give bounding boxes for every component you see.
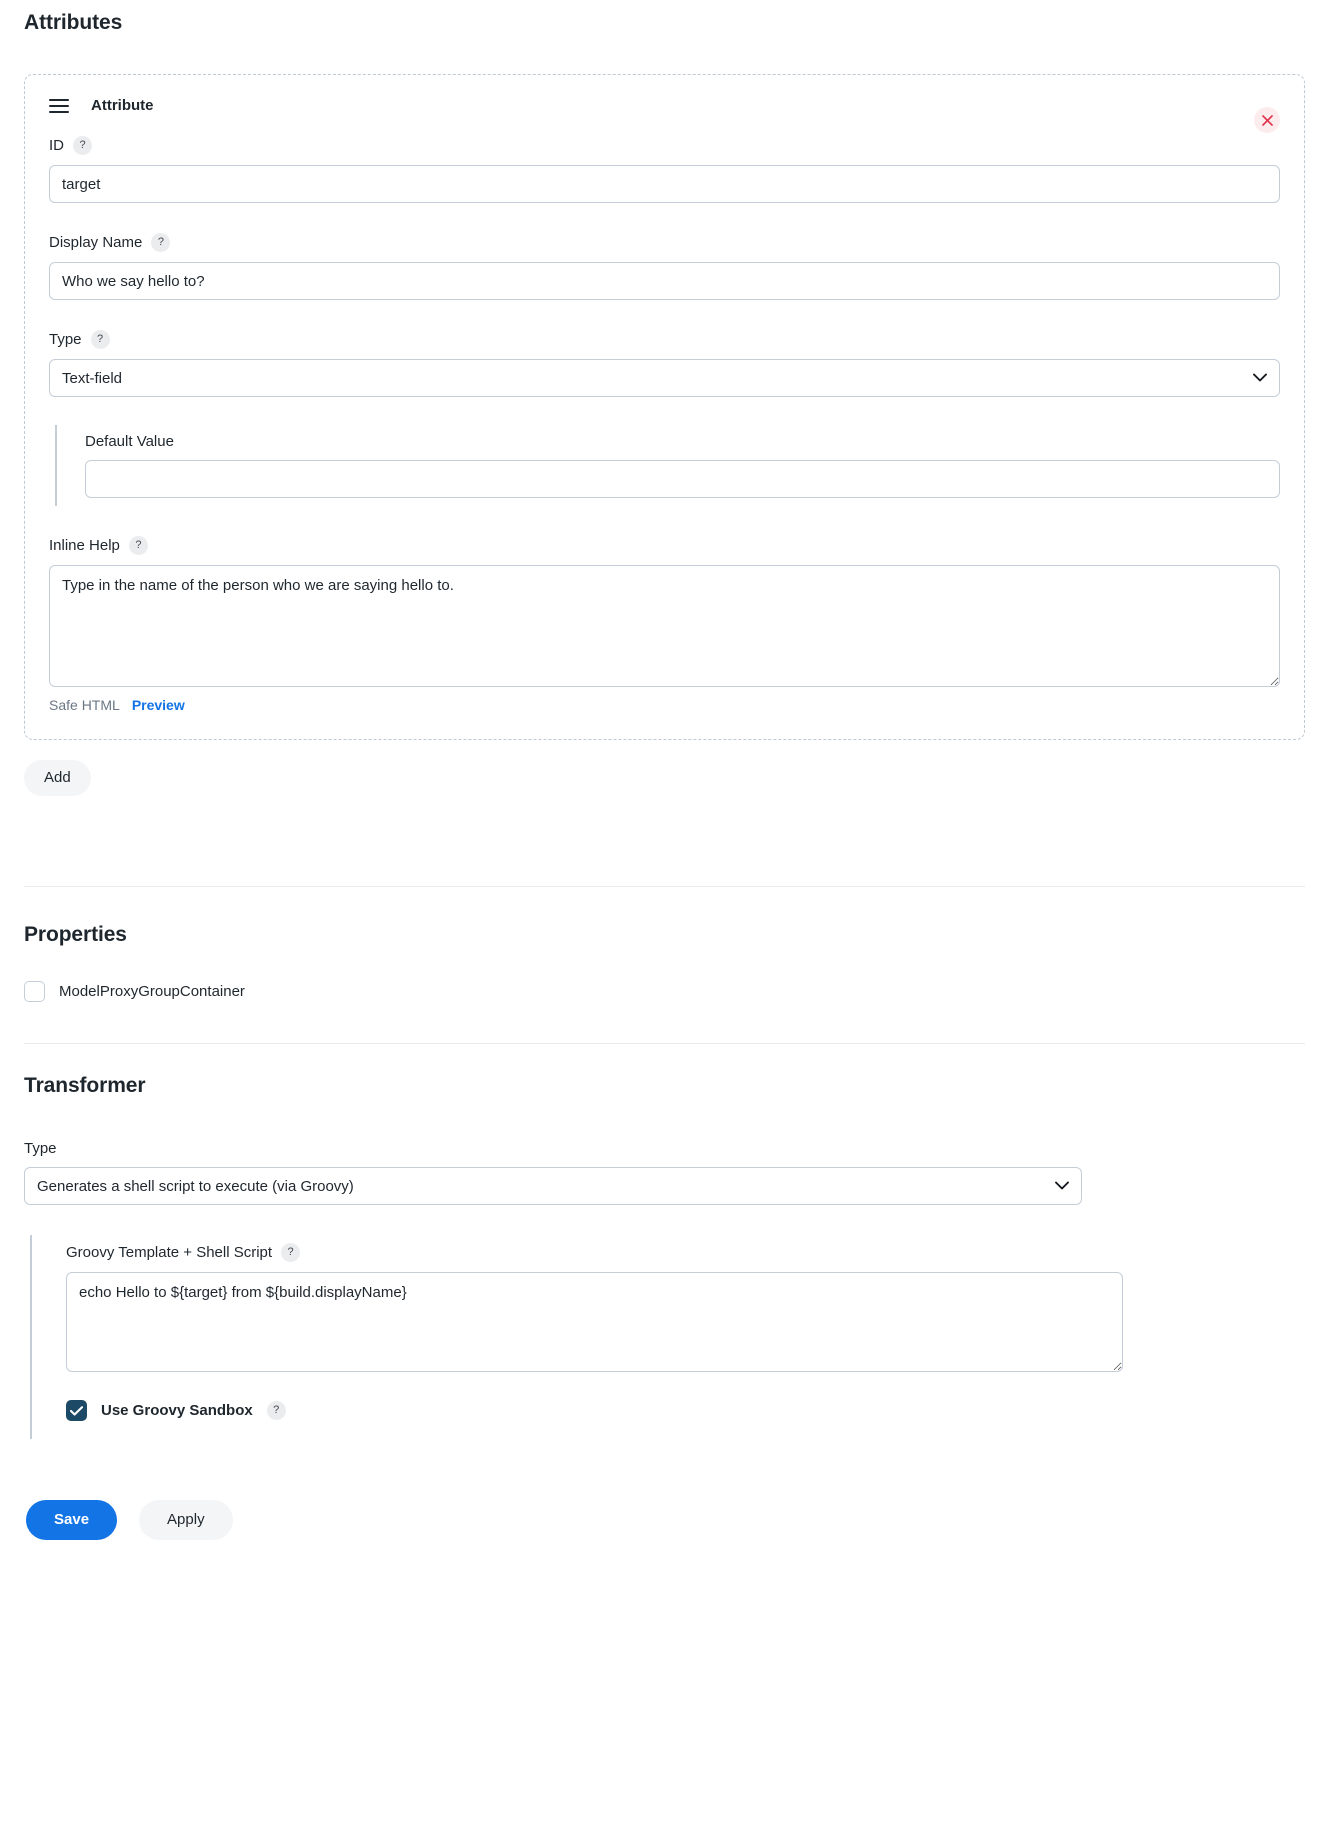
properties-section: Properties ModelProxyGroupContainer: [24, 924, 1305, 1002]
add-button[interactable]: Add: [24, 760, 91, 796]
transformer-type-select[interactable]: Generates a shell script to execute (via…: [24, 1167, 1082, 1205]
default-value-input[interactable]: [85, 460, 1280, 498]
transformer-section: Transformer Type Generates a shell scrip…: [24, 1075, 1305, 1439]
inline-help-label: Inline Help: [49, 537, 120, 554]
property-row[interactable]: ModelProxyGroupContainer: [24, 981, 1305, 1002]
id-label: ID: [49, 137, 64, 154]
close-icon: [1261, 114, 1273, 126]
property-label: ModelProxyGroupContainer: [59, 983, 245, 1000]
form-actions: Save Apply: [26, 1500, 233, 1540]
display-name-input[interactable]: [49, 262, 1280, 300]
transformer-type-select-wrapper: Generates a shell script to execute (via…: [24, 1167, 1082, 1205]
groovy-script-label-row: Groovy Template + Shell Script ?: [66, 1243, 1305, 1262]
add-attribute-row: Add: [24, 760, 1305, 796]
field-display-name: Display Name ?: [49, 233, 1280, 300]
attribute-card: Attribute ID ? Display Name ?: [24, 74, 1305, 740]
groovy-script-label: Groovy Template + Shell Script: [66, 1244, 273, 1261]
attributes-section: Attributes Attribute ID ? target Display…: [24, 6, 1305, 796]
inline-help-help-icon[interactable]: ?: [128, 536, 148, 555]
field-type: Type ? Text-field: [49, 330, 1280, 397]
inline-help-hints: Safe HTML Preview: [49, 697, 1280, 713]
type-label: Type: [49, 331, 82, 348]
display-name-label: Display Name: [49, 234, 143, 251]
divider-properties-transformer: [24, 1043, 1305, 1044]
groovy-sandbox-row[interactable]: Use Groovy Sandbox ?: [66, 1400, 1305, 1421]
transformer-heading: Transformer: [24, 1074, 146, 1097]
display-name-label-row: Display Name ?: [49, 233, 1280, 252]
attribute-card-header: Attribute: [49, 97, 1280, 114]
type-select[interactable]: Text-field: [49, 359, 1280, 397]
inline-help-textarea[interactable]: Type in the name of the person who we ar…: [49, 565, 1280, 687]
transformer-type-label-row: Type: [24, 1140, 1305, 1157]
groovy-script-textarea[interactable]: echo Hello to ${target} from ${build.dis…: [66, 1272, 1123, 1372]
attributes-heading: Attributes: [24, 11, 123, 34]
save-button[interactable]: Save: [26, 1500, 118, 1540]
use-groovy-sandbox-checkbox[interactable]: [66, 1400, 87, 1421]
id-input[interactable]: [49, 165, 1280, 203]
default-value-label: Default Value: [85, 433, 174, 450]
groovy-script-group: Groovy Template + Shell Script ? echo He…: [30, 1235, 1305, 1439]
groovy-script-help-icon[interactable]: ?: [281, 1243, 301, 1262]
divider-attributes-properties: [24, 886, 1305, 887]
properties-heading: Properties: [24, 923, 127, 946]
use-groovy-sandbox-help-icon[interactable]: ?: [266, 1401, 286, 1420]
model-proxy-group-container-checkbox[interactable]: [24, 981, 45, 1002]
type-help-icon[interactable]: ?: [90, 330, 110, 349]
check-icon: [70, 1405, 83, 1416]
field-transformer-type: Type Generates a shell script to execute…: [24, 1140, 1305, 1205]
field-id: ID ?: [49, 136, 1280, 203]
inline-help-label-row: Inline Help ?: [49, 536, 1280, 555]
default-value-label-row: Default Value: [85, 433, 1280, 450]
type-select-wrapper: Text-field: [49, 359, 1280, 397]
settings-form-page: Attributes Attribute ID ? target Display…: [0, 0, 1329, 1847]
preview-link[interactable]: Preview: [132, 697, 185, 713]
transformer-type-label: Type: [24, 1140, 57, 1157]
remove-attribute-button[interactable]: [1254, 107, 1280, 133]
use-groovy-sandbox-label: Use Groovy Sandbox: [101, 1402, 253, 1419]
id-help-icon[interactable]: ?: [73, 136, 92, 155]
apply-button[interactable]: Apply: [139, 1500, 233, 1540]
id-label-row: ID ?: [49, 136, 1280, 155]
safe-html-label: Safe HTML: [49, 697, 120, 713]
drag-handle-icon[interactable]: [49, 98, 69, 113]
display-name-help-icon[interactable]: ?: [151, 233, 171, 252]
field-inline-help: Inline Help ? Type in the name of the pe…: [49, 536, 1280, 713]
type-label-row: Type ?: [49, 330, 1280, 349]
default-value-group: Default Value: [55, 425, 1280, 506]
attribute-card-title: Attribute: [91, 97, 154, 114]
